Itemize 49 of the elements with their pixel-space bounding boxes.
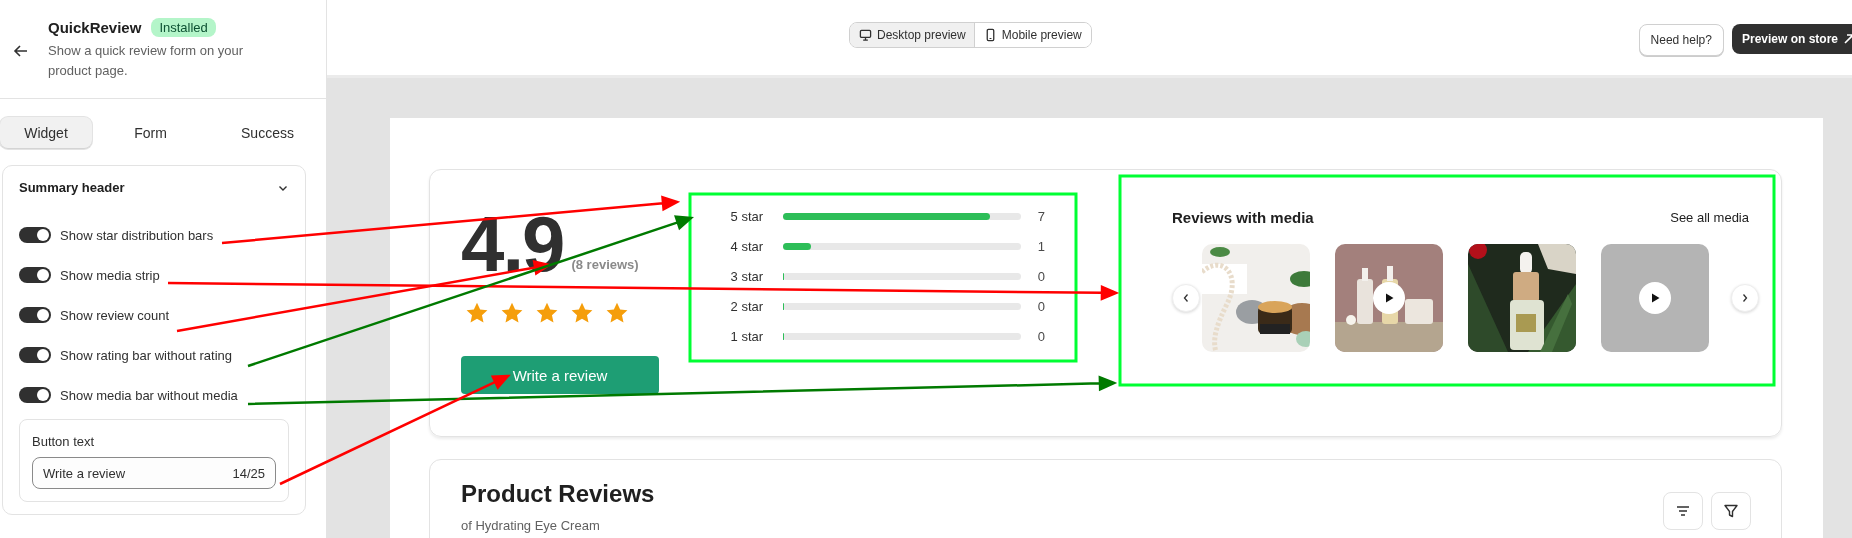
toggle-label: Show star distribution bars (60, 227, 214, 243)
reviews-title: Product Reviews (461, 480, 655, 508)
funnel-icon (1723, 503, 1739, 519)
star-count: 0 (1036, 298, 1045, 314)
star-count: 1 (1036, 238, 1045, 254)
star-label: 5 star (730, 208, 765, 224)
star-label: 3 star (730, 268, 765, 284)
field-label: Button text (32, 434, 96, 449)
app-title: QuickReview (48, 19, 142, 36)
sort-icon (1675, 503, 1691, 519)
character-counter: 14/25 (232, 465, 265, 481)
media-title: Reviews with media (1172, 209, 1314, 226)
preview-button[interactable]: Preview on store (1731, 24, 1852, 54)
chevron-right-icon (1741, 293, 1749, 303)
filter-button[interactable] (1711, 492, 1751, 530)
toggle-switch[interactable] (19, 307, 51, 323)
toggle-switch[interactable] (19, 387, 51, 403)
toggle-label: Show rating bar without rating (60, 347, 232, 363)
star-label: 2 star (730, 298, 765, 314)
view-toggle[interactable]: Desktop preview (850, 23, 975, 47)
tab[interactable]: Success (209, 117, 326, 149)
toggle-label: Show media strip (60, 267, 160, 283)
chevron-left-icon (1182, 293, 1190, 303)
play-icon (1649, 292, 1661, 304)
star-label: 4 star (730, 238, 765, 254)
arrow-icon (1842, 32, 1852, 46)
star-label: 1 star (730, 328, 765, 344)
monitor-icon (859, 28, 872, 42)
toggle-switch[interactable] (19, 347, 51, 363)
input-field[interactable]: Write a review 14/25 (32, 457, 276, 489)
toggle-switch[interactable] (19, 227, 51, 243)
tab[interactable]: Widget (0, 117, 92, 149)
play-button[interactable] (1639, 282, 1671, 314)
toggle-switch[interactable] (19, 267, 51, 283)
toggle-label: Show media bar without media (60, 387, 238, 403)
help-button[interactable]: Need help? (1638, 24, 1724, 56)
toggle-label: Show review count (60, 307, 170, 323)
star-count: 0 (1036, 328, 1045, 344)
tab[interactable]: Form (92, 117, 209, 149)
status-badge: Installed (151, 18, 216, 37)
product-name: of Hydrating Eye Cream (461, 518, 601, 533)
app-description: Show a quick review form on your product page. (48, 42, 245, 80)
review-count: (8 reviews) (571, 257, 639, 272)
star-count: 7 (1036, 208, 1045, 224)
star-count: 0 (1036, 268, 1045, 284)
section-title: Summary header (19, 180, 125, 195)
see-all-link[interactable]: See all media (1670, 210, 1749, 225)
play-icon (1383, 292, 1395, 304)
sort-button[interactable] (1663, 492, 1703, 530)
